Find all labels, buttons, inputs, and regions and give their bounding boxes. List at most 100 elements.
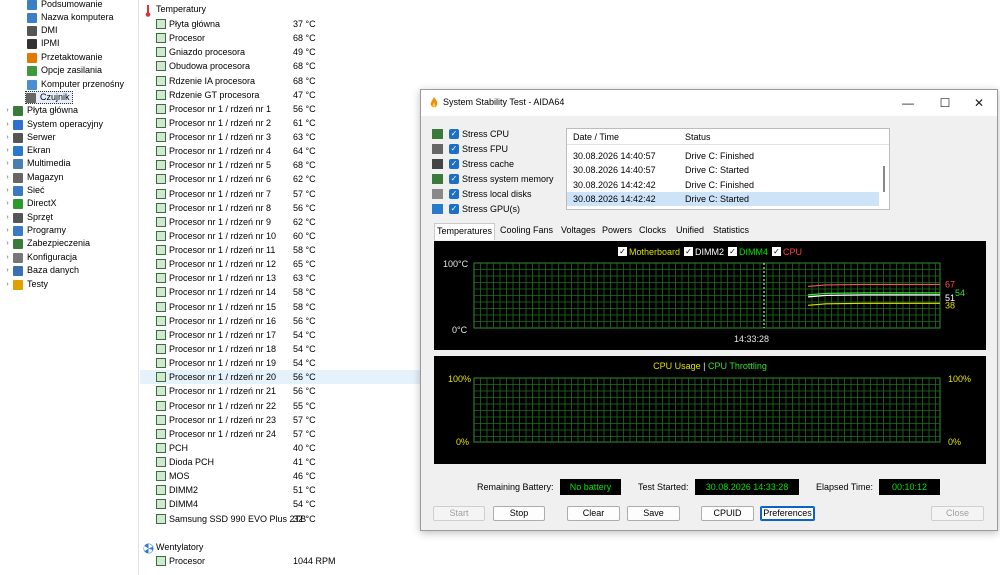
sensor-row[interactable]: Dioda PCH 41 °C bbox=[140, 455, 420, 469]
preferences-button[interactable]: Preferences bbox=[760, 506, 815, 521]
tree-item[interactable]: IPMI bbox=[27, 37, 60, 50]
stress-checkbox[interactable]: ✓ bbox=[449, 204, 459, 214]
expand-chevron-icon[interactable]: › bbox=[3, 199, 12, 208]
tab-temperatures[interactable]: Temperatures bbox=[434, 223, 496, 240]
tree-item[interactable]: Podsumowanie bbox=[27, 0, 103, 11]
tree-item[interactable]: Komputer przenośny bbox=[27, 78, 124, 91]
sensor-row[interactable]: MOS 46 °C bbox=[140, 469, 420, 483]
sensor-row[interactable]: Procesor nr 1 / rdzeń nr 4 64 °C bbox=[140, 144, 420, 158]
tab-statistics[interactable]: Statistics bbox=[711, 223, 751, 239]
tree-item[interactable]: Nazwa komputera bbox=[27, 11, 114, 24]
stress-checkbox[interactable]: ✓ bbox=[449, 159, 459, 169]
log-row[interactable]: 30.08.2026 14:40:57 Drive C: Finished bbox=[567, 149, 879, 163]
sensor-row[interactable]: Procesor nr 1 / rdzeń nr 20 56 °C bbox=[140, 370, 420, 385]
sensor-row[interactable]: DIMM4 54 °C bbox=[140, 497, 420, 511]
sensor-row[interactable]: Procesor nr 1 / rdzeń nr 19 54 °C bbox=[140, 356, 420, 370]
expand-chevron-icon[interactable]: › bbox=[3, 226, 12, 235]
close-window-button[interactable]: ✕ bbox=[962, 90, 996, 116]
temperatures-group[interactable]: Temperatury bbox=[143, 3, 206, 17]
fan-row[interactable]: Procesor 1044 RPM bbox=[140, 554, 420, 568]
stress-checkbox[interactable]: ✓ bbox=[449, 129, 459, 139]
sensor-row[interactable]: Procesor nr 1 / rdzeń nr 13 63 °C bbox=[140, 271, 420, 285]
tree-item[interactable]: › Testy bbox=[3, 278, 48, 291]
sensor-row[interactable]: Procesor nr 1 / rdzeń nr 15 58 °C bbox=[140, 300, 420, 314]
sensor-row[interactable]: Rdzenie IA procesora 68 °C bbox=[140, 74, 420, 88]
sensor-row[interactable]: Procesor nr 1 / rdzeń nr 3 63 °C bbox=[140, 130, 420, 144]
title-bar[interactable]: System Stability Test - AIDA64 — ☐ ✕ bbox=[421, 90, 997, 116]
tree-item[interactable]: › Sieć bbox=[3, 184, 45, 197]
expand-chevron-icon[interactable]: › bbox=[3, 173, 12, 182]
sensor-row[interactable]: Procesor 68 °C bbox=[140, 31, 420, 45]
sensor-row[interactable]: Obudowa procesora 68 °C bbox=[140, 59, 420, 73]
start-button[interactable]: Start bbox=[433, 506, 485, 521]
tab-unified[interactable]: Unified bbox=[674, 223, 706, 239]
cpuid-button[interactable]: CPUID bbox=[701, 506, 754, 521]
sensor-row[interactable]: Procesor nr 1 / rdzeń nr 7 57 °C bbox=[140, 187, 420, 201]
sensor-row[interactable]: Procesor nr 1 / rdzeń nr 10 60 °C bbox=[140, 229, 420, 243]
tree-item[interactable]: › Sprzęt bbox=[3, 211, 53, 224]
sensor-row[interactable]: Procesor nr 1 / rdzeń nr 18 54 °C bbox=[140, 342, 420, 356]
sensor-row[interactable]: Procesor nr 1 / rdzeń nr 21 56 °C bbox=[140, 384, 420, 398]
sensor-row[interactable]: Procesor nr 1 / rdzeń nr 8 56 °C bbox=[140, 201, 420, 215]
tree-item[interactable]: Czujnik bbox=[25, 91, 73, 104]
clear-button[interactable]: Clear bbox=[567, 506, 620, 521]
expand-chevron-icon[interactable]: › bbox=[3, 280, 12, 289]
sensor-row[interactable]: Procesor nr 1 / rdzeń nr 11 58 °C bbox=[140, 243, 420, 257]
log-scrollbar[interactable] bbox=[881, 146, 888, 209]
sensor-row[interactable]: Procesor nr 1 / rdzeń nr 22 55 °C bbox=[140, 399, 420, 413]
maximize-button[interactable]: ☐ bbox=[928, 90, 962, 116]
tree-item[interactable]: › System operacyjny bbox=[3, 118, 103, 131]
sensor-row[interactable]: Płyta główna 37 °C bbox=[140, 17, 420, 31]
tree-item[interactable]: Opcje zasilania bbox=[27, 64, 102, 77]
sensor-row[interactable]: Samsung SSD 990 EVO Plus 2TB 32 °C bbox=[140, 512, 420, 526]
tab-powers[interactable]: Powers bbox=[600, 223, 634, 239]
tab-voltages[interactable]: Voltages bbox=[559, 223, 598, 239]
sensor-row[interactable]: Procesor nr 1 / rdzeń nr 14 58 °C bbox=[140, 285, 420, 299]
expand-chevron-icon[interactable]: › bbox=[3, 213, 12, 222]
expand-chevron-icon[interactable]: › bbox=[3, 106, 12, 115]
sensor-row[interactable]: Gniazdo procesora 49 °C bbox=[140, 45, 420, 59]
expand-chevron-icon[interactable]: › bbox=[3, 120, 12, 129]
tab-cooling-fans[interactable]: Cooling Fans bbox=[498, 223, 555, 239]
log-row[interactable]: 30.08.2026 14:42:42 Drive C: Started bbox=[567, 191, 879, 206]
sensor-row[interactable]: Procesor nr 1 / rdzeń nr 9 62 °C bbox=[140, 215, 420, 229]
expand-chevron-icon[interactable]: › bbox=[3, 253, 12, 262]
event-log[interactable]: Date / Time Status 30.08.2026 14:40:57 Dr… bbox=[566, 128, 890, 210]
sensor-row[interactable]: DIMM2 51 °C bbox=[140, 483, 420, 497]
tree-item[interactable]: › Zabezpieczenia bbox=[3, 237, 90, 250]
stop-button[interactable]: Stop bbox=[493, 506, 545, 521]
tree-item[interactable]: DMI bbox=[27, 24, 58, 37]
tab-clocks[interactable]: Clocks bbox=[637, 223, 668, 239]
tree-item[interactable]: Przetaktowanie bbox=[27, 51, 103, 64]
stress-checkbox[interactable]: ✓ bbox=[449, 174, 459, 184]
stress-checkbox[interactable]: ✓ bbox=[449, 189, 459, 199]
log-col-status[interactable]: Status bbox=[685, 132, 711, 142]
sensor-row[interactable]: Procesor nr 1 / rdzeń nr 1 56 °C bbox=[140, 102, 420, 116]
sensor-row[interactable]: Procesor nr 1 / rdzeń nr 24 57 °C bbox=[140, 427, 420, 441]
tree-item[interactable]: › Serwer bbox=[3, 131, 56, 144]
tree-item[interactable]: › Płyta główna bbox=[3, 104, 78, 117]
tree-item[interactable]: › Konfiguracja bbox=[3, 251, 77, 264]
tree-item[interactable]: › Baza danych bbox=[3, 264, 79, 277]
expand-chevron-icon[interactable]: › bbox=[3, 159, 12, 168]
save-button[interactable]: Save bbox=[627, 506, 680, 521]
tree-item[interactable]: › Programy bbox=[3, 224, 66, 237]
tree-item[interactable]: › Multimedia bbox=[3, 157, 71, 170]
minimize-button[interactable]: — bbox=[891, 90, 925, 116]
expand-chevron-icon[interactable]: › bbox=[3, 146, 12, 155]
tree-item[interactable]: › Magazyn bbox=[3, 171, 64, 184]
sensor-row[interactable]: PCH 40 °C bbox=[140, 441, 420, 455]
sensor-row[interactable]: Procesor nr 1 / rdzeń nr 12 65 °C bbox=[140, 257, 420, 271]
sensor-row[interactable]: Procesor nr 1 / rdzeń nr 5 68 °C bbox=[140, 158, 420, 172]
sensor-row[interactable]: Procesor nr 1 / rdzeń nr 23 57 °C bbox=[140, 413, 420, 427]
tree-item[interactable]: › DirectX bbox=[3, 197, 57, 210]
expand-chevron-icon[interactable]: › bbox=[3, 186, 12, 195]
sensor-row[interactable]: Rdzenie GT procesora 47 °C bbox=[140, 88, 420, 102]
sensor-row[interactable]: Procesor nr 1 / rdzeń nr 16 56 °C bbox=[140, 314, 420, 328]
sensor-row[interactable]: Procesor nr 1 / rdzeń nr 2 61 °C bbox=[140, 116, 420, 130]
expand-chevron-icon[interactable]: › bbox=[3, 239, 12, 248]
fans-group[interactable]: Wentylatory bbox=[143, 541, 203, 554]
expand-chevron-icon[interactable]: › bbox=[3, 266, 12, 275]
close-button[interactable]: Close bbox=[931, 506, 984, 521]
sensor-row[interactable]: Procesor nr 1 / rdzeń nr 6 62 °C bbox=[140, 172, 420, 186]
